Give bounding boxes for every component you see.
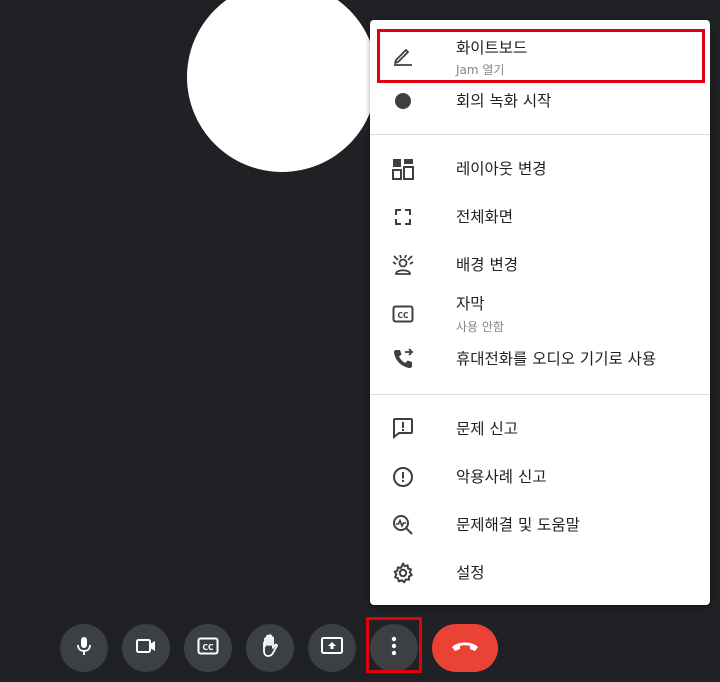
menu-item-label: 레이아웃 변경 [456, 160, 547, 178]
fullscreen-icon [390, 204, 416, 230]
gear-icon [390, 560, 416, 586]
menu-item-fullscreen[interactable]: 전체화면 [370, 201, 710, 231]
report-icon [390, 464, 416, 490]
svg-text:CC: CC [397, 311, 409, 320]
menu-item-sublabel: 사용 안함 [456, 320, 504, 334]
captions-icon: CC [197, 636, 219, 660]
end-call-button[interactable] [432, 624, 498, 672]
more-options-menu: 화이트보드 Jam 열기 회의 녹화 시작 레이아웃 변경 전체화면 배경 변경… [370, 20, 710, 605]
troubleshoot-icon [390, 512, 416, 538]
present-screen-icon [320, 635, 344, 661]
menu-divider [370, 134, 710, 135]
menu-item-report-problem[interactable]: 문제 신고 [370, 413, 710, 443]
menu-item-captions[interactable]: CC 자막 사용 안함 [370, 292, 710, 338]
menu-item-label: 자막 [456, 295, 485, 313]
menu-item-start-recording[interactable]: 회의 녹화 시작 [370, 86, 710, 116]
raise-hand-button[interactable] [246, 624, 294, 672]
raise-hand-icon [258, 633, 282, 663]
svg-text:CC: CC [202, 643, 214, 652]
captions-button[interactable]: CC [184, 624, 232, 672]
menu-item-label: 악용사례 신고 [456, 468, 547, 486]
end-call-icon [450, 639, 480, 658]
participant-avatar [187, 0, 377, 172]
background-person-icon [390, 252, 416, 278]
menu-divider [370, 394, 710, 395]
pencil-icon [390, 42, 416, 68]
microphone-icon [74, 635, 94, 661]
menu-item-label: 설정 [456, 564, 485, 582]
microphone-button[interactable] [60, 624, 108, 672]
menu-item-change-background[interactable]: 배경 변경 [370, 249, 710, 279]
menu-item-phone-audio[interactable]: 휴대전화를 오디오 기기로 사용 [370, 343, 710, 373]
menu-item-label: 배경 변경 [456, 256, 518, 274]
menu-item-report-abuse[interactable]: 악용사례 신고 [370, 461, 710, 491]
more-options-icon [391, 636, 397, 660]
menu-item-label: 문제 신고 [456, 420, 518, 438]
more-options-button[interactable] [370, 624, 418, 672]
phone-forward-icon [390, 346, 416, 372]
menu-item-change-layout[interactable]: 레이아웃 변경 [370, 153, 710, 183]
menu-item-label: 화이트보드 [456, 39, 528, 57]
menu-item-whiteboard[interactable]: 화이트보드 Jam 열기 [370, 32, 710, 84]
closed-caption-icon: CC [390, 301, 416, 327]
present-screen-button[interactable] [308, 624, 356, 672]
menu-item-label: 문제해결 및 도움말 [456, 516, 580, 534]
feedback-icon [390, 415, 416, 441]
record-dot-icon [390, 88, 416, 114]
menu-item-sublabel: Jam 열기 [456, 63, 505, 77]
menu-item-troubleshoot-help[interactable]: 문제해결 및 도움말 [370, 509, 710, 539]
menu-item-settings[interactable]: 설정 [370, 557, 710, 587]
menu-item-label: 휴대전화를 오디오 기기로 사용 [456, 350, 657, 368]
camera-button[interactable] [122, 624, 170, 672]
layout-icon [390, 156, 416, 182]
camera-icon [134, 636, 158, 660]
menu-item-label: 전체화면 [456, 208, 514, 226]
menu-item-label: 회의 녹화 시작 [456, 92, 552, 110]
